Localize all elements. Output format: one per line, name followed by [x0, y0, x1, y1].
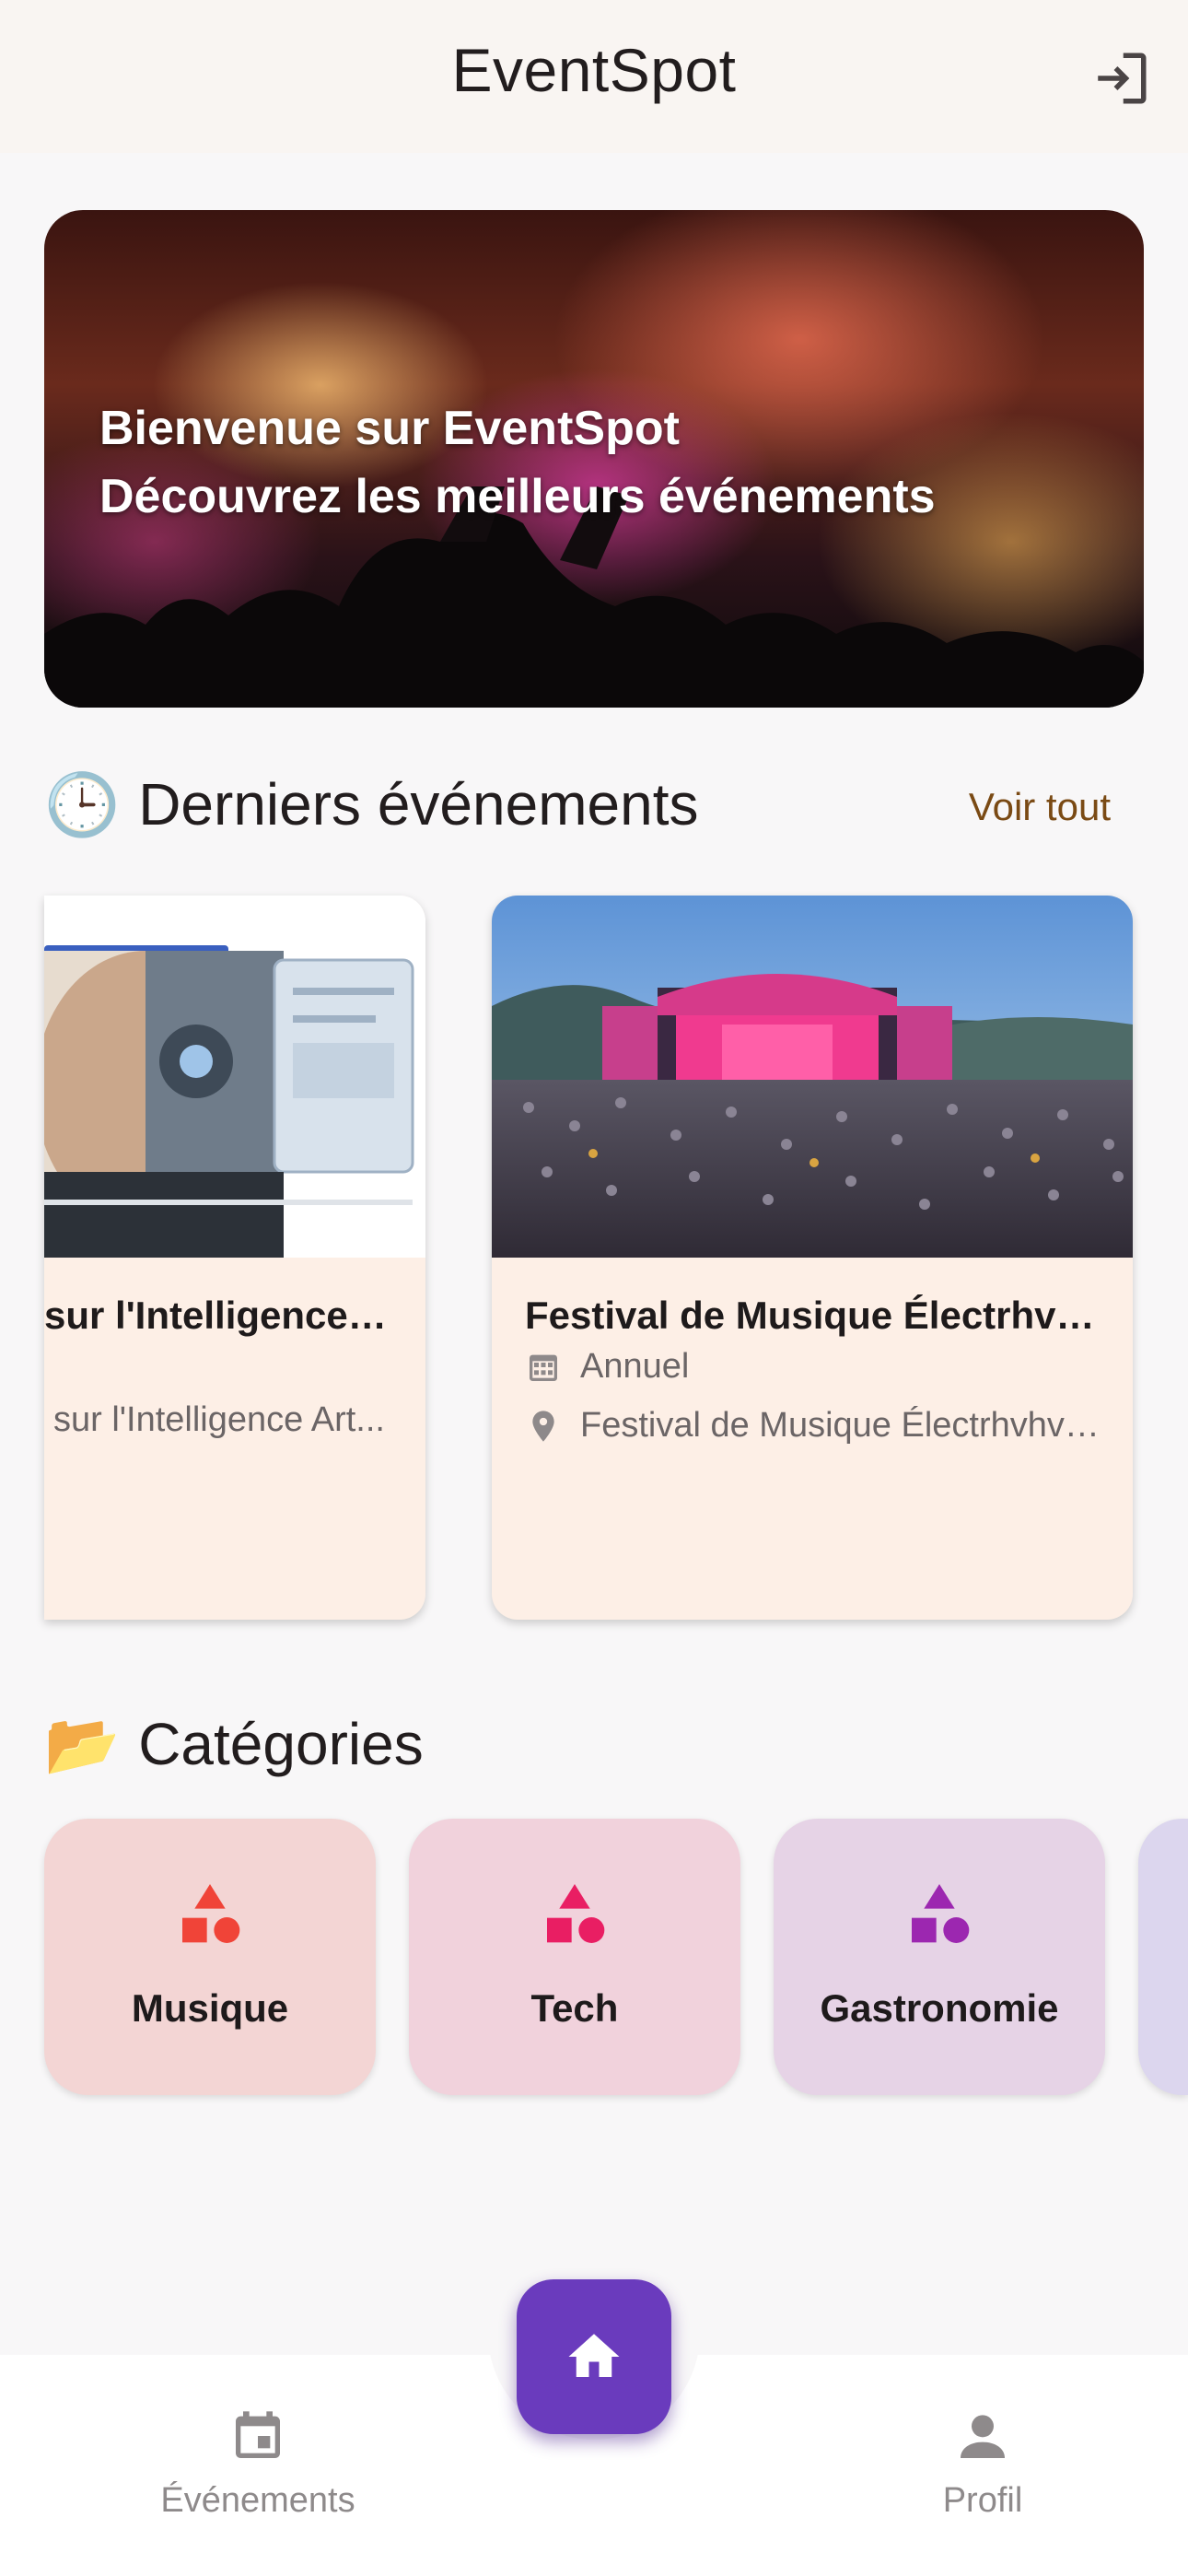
latest-events-header: 🕒 Derniers événements	[44, 770, 698, 838]
nav-item-events[interactable]: Événements	[120, 2406, 396, 2521]
login-icon	[1098, 53, 1147, 104]
event-image	[44, 896, 425, 1258]
nav-label-profile: Profil	[942, 2481, 1023, 2520]
hero-line-2: Découvrez les meilleurs événements	[99, 470, 936, 523]
nav-item-profile[interactable]: Profil	[844, 2406, 1121, 2521]
person-icon	[961, 2415, 1005, 2458]
hero-line-1: Bienvenue sur EventSpot	[99, 402, 680, 455]
categories-title: Catégories	[138, 1711, 424, 1777]
app-bar: EventSpot	[0, 0, 1188, 153]
clock-icon: 🕒	[44, 770, 121, 838]
latest-events-title: Derniers événements	[138, 771, 699, 837]
ai-face-illustration	[44, 896, 425, 1258]
event-title: Festival de Musique Électrhvhvhvh	[525, 1294, 1100, 1337]
category-tech[interactable]: Tech	[409, 1819, 740, 2095]
hero-text: Bienvenue sur EventSpot Découvrez les me…	[99, 394, 936, 531]
category-label: Musique	[131, 1986, 289, 2030]
shapes-icon	[547, 1884, 605, 1943]
category-gastronomie[interactable]: Gastronomie	[774, 1819, 1105, 2095]
event-location-text: Festival de Musique Électrhvhvhvh	[580, 1406, 1100, 1445]
event-image	[492, 896, 1133, 1258]
folder-icon: 📂	[44, 1710, 121, 1778]
categories-header: 📂 Catégories	[44, 1710, 424, 1778]
category-label: Gastronomie	[820, 1986, 1059, 2030]
calendar-icon	[530, 1354, 557, 1381]
location-pin-icon	[532, 1410, 554, 1442]
hero-banner[interactable]: Bienvenue sur EventSpot Découvrez les me…	[44, 210, 1144, 708]
home-button[interactable]	[517, 2279, 671, 2434]
home-icon	[568, 2334, 620, 2377]
event-schedule: Annuel	[525, 1347, 1100, 1387]
event-location-text: sur l'Intelligence Art...	[53, 1400, 385, 1439]
event-location: Festival de Musique Électrhvhvhvh	[525, 1406, 1100, 1446]
event-card[interactable]: sur l'Intelligence Ar... sur l'Intellige…	[44, 896, 425, 1620]
app-title: EventSpot	[451, 36, 737, 104]
event-card[interactable]: Festival de Musique Électrhvhvhvh Annuel…	[492, 896, 1133, 1620]
category-next-partial[interactable]	[1138, 1819, 1188, 2095]
nav-label-events: Événements	[160, 2481, 355, 2520]
event-title: sur l'Intelligence Ar...	[44, 1294, 392, 1337]
event-schedule-text: Annuel	[580, 1347, 690, 1386]
shapes-icon	[182, 1884, 240, 1943]
category-label: Tech	[530, 1986, 619, 2030]
see-all-link[interactable]: Voir tout	[969, 785, 1111, 829]
event-location: sur l'Intelligence Art...	[53, 1400, 392, 1440]
calendar-icon	[236, 2411, 280, 2458]
festival-illustration	[492, 896, 1133, 1258]
shapes-icon	[912, 1884, 970, 1943]
category-musique[interactable]: Musique	[44, 1819, 376, 2095]
login-button[interactable]	[1081, 39, 1160, 118]
